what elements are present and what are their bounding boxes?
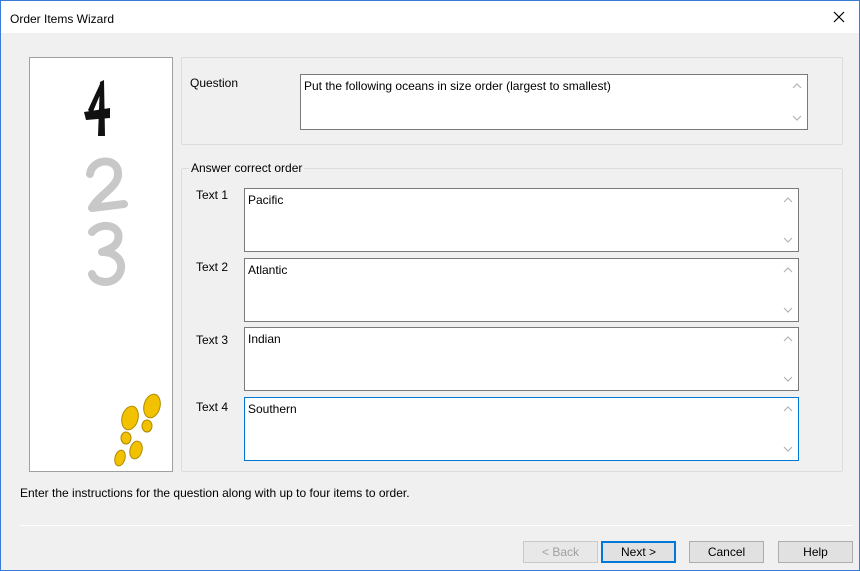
numbers-icon (84, 80, 128, 286)
text-3-input[interactable]: Indian (244, 327, 799, 391)
close-button[interactable] (819, 1, 859, 33)
scroll-down-icon[interactable] (783, 306, 793, 314)
text-4-label: Text 4 (196, 400, 229, 414)
next-button[interactable]: Next > (601, 541, 676, 563)
question-text: Put the following oceans in size order (… (304, 79, 611, 93)
instructions-text: Enter the instructions for the question … (20, 486, 410, 500)
text-1-label: Text 1 (196, 188, 229, 202)
text-4-value: Southern (248, 402, 297, 416)
text-4-input[interactable]: Southern (244, 397, 799, 461)
text-2-label: Text 2 (196, 260, 229, 274)
title-bar: Order Items Wizard (1, 1, 859, 33)
question-label: Question (190, 76, 239, 90)
scroll-up-icon[interactable] (783, 405, 793, 413)
scroll-down-icon[interactable] (783, 445, 793, 453)
question-input[interactable]: Put the following oceans in size order (… (300, 74, 808, 130)
answer-group-label: Answer correct order (189, 161, 305, 175)
illustration-panel (29, 57, 173, 472)
window-title: Order Items Wizard (10, 12, 115, 26)
text-2-input[interactable]: Atlantic (244, 258, 799, 322)
scroll-down-icon[interactable] (792, 114, 802, 122)
cancel-button[interactable]: Cancel (689, 541, 764, 563)
text-2-value: Atlantic (248, 263, 288, 277)
scroll-up-icon[interactable] (792, 82, 802, 90)
scroll-down-icon[interactable] (783, 375, 793, 383)
scroll-up-icon[interactable] (783, 266, 793, 274)
order-items-wizard-dialog: Order Items Wizard Question Put the foll… (0, 0, 860, 571)
help-button[interactable]: Help (778, 541, 853, 563)
footprints-icon (114, 393, 161, 467)
text-3-value: Indian (248, 332, 281, 346)
scroll-down-icon[interactable] (783, 236, 793, 244)
text-3-label: Text 3 (196, 333, 229, 347)
scroll-up-icon[interactable] (783, 335, 793, 343)
separator (20, 525, 853, 526)
close-icon (833, 11, 845, 23)
back-button[interactable]: < Back (523, 541, 598, 563)
scroll-up-icon[interactable] (783, 196, 793, 204)
text-1-value: Pacific (248, 193, 284, 207)
text-1-input[interactable]: Pacific (244, 188, 799, 252)
